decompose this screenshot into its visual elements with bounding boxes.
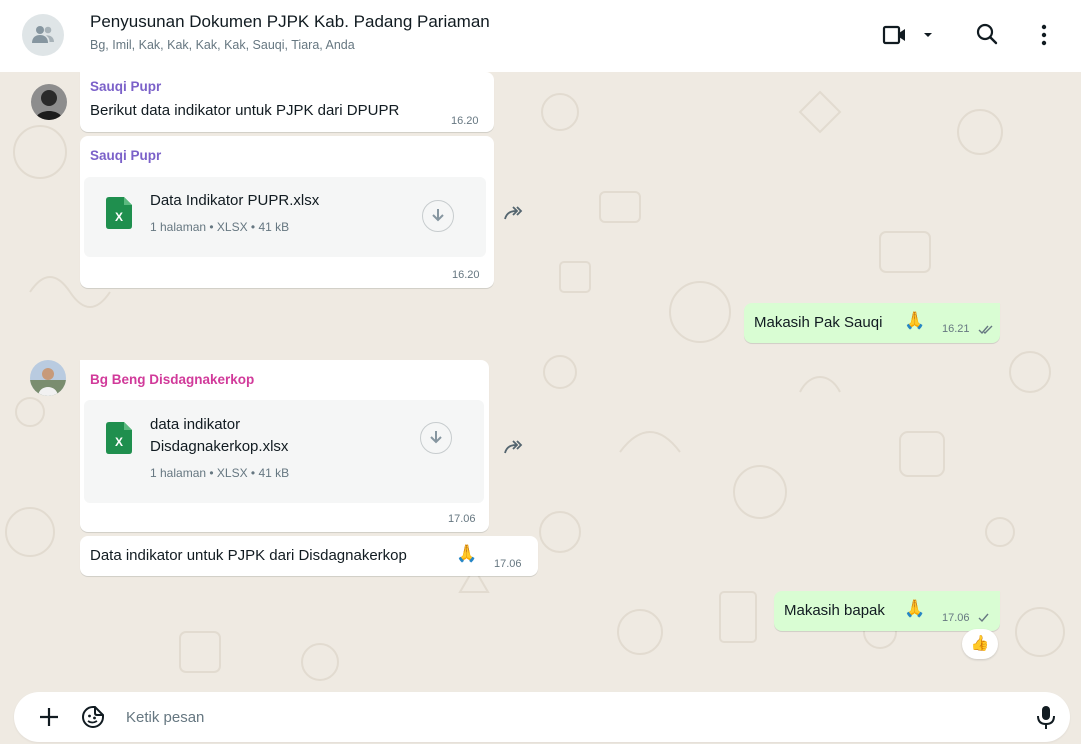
document-card[interactable]: X Data Indikator PUPR.xlsx 1 halaman • X… (84, 177, 486, 257)
message-time: 16.21 (942, 323, 970, 335)
mic-icon (1037, 706, 1055, 729)
voice-message-button[interactable] (1034, 704, 1058, 730)
pray-emoji: 🙏 (456, 544, 478, 563)
message-list[interactable]: Sauqi Pupr Berikut data indikator untuk … (0, 72, 1081, 688)
composer-bar (0, 688, 1081, 744)
svg-text:X: X (115, 210, 123, 224)
avatar-photo (31, 84, 67, 120)
double-check-icon (978, 325, 993, 335)
message-time: 16.20 (451, 115, 479, 127)
excel-file-icon: X (106, 422, 132, 454)
download-button[interactable] (420, 422, 452, 454)
svg-text:X: X (115, 435, 123, 449)
message-time: 17.06 (494, 558, 522, 570)
message-text: Berikut data indikator untuk PJPK dari D… (90, 102, 400, 119)
message-bubble-outgoing[interactable]: Makasih Pak Sauqi 🙏 16.21 (744, 303, 1000, 343)
group-avatar[interactable] (22, 14, 64, 56)
pray-emoji: 🙏 (904, 599, 926, 618)
message-sender[interactable]: Sauqi Pupr (90, 79, 161, 94)
download-icon (432, 209, 444, 222)
message-text: Makasih Pak Sauqi (754, 314, 883, 331)
chat-members[interactable]: Bg, Imil, Kak, Kak, Kak, Kak, Sauqi, Tia… (90, 38, 355, 52)
menu-icon (1041, 24, 1047, 46)
message-bubble-outgoing[interactable]: Makasih bapak 🙏 17.06 (774, 591, 1000, 631)
check-icon (978, 613, 989, 623)
menu-button[interactable] (1034, 20, 1054, 50)
download-icon (430, 431, 442, 444)
search-icon (976, 23, 998, 45)
message-bubble[interactable]: Bg Beng Disdagnakerkop X data indikator … (80, 360, 489, 532)
sticker-button[interactable] (80, 704, 106, 730)
chat-title[interactable]: Penyusunan Dokumen PJPK Kab. Padang Pari… (90, 12, 490, 32)
search-button[interactable] (972, 20, 1002, 50)
message-bubble[interactable]: Sauqi Pupr Berikut data indikator untuk … (80, 72, 494, 132)
excel-file-icon: X (106, 197, 132, 229)
avatar-photo (30, 360, 66, 396)
document-meta: 1 halaman • XLSX • 41 kB (150, 220, 290, 234)
composer (14, 692, 1070, 742)
document-meta: 1 halaman • XLSX • 41 kB (150, 466, 290, 480)
message-bubble[interactable]: Data indikator untuk PJPK dari Disdagnak… (80, 536, 538, 576)
video-call-button[interactable] (880, 20, 944, 50)
sender-avatar-bg-beng[interactable] (30, 360, 66, 396)
message-sender[interactable]: Bg Beng Disdagnakerkop (90, 372, 254, 387)
video-call-icon (882, 25, 905, 45)
message-input[interactable] (126, 702, 1006, 732)
forward-icon (504, 440, 523, 454)
message-time: 17.06 (448, 513, 476, 525)
message-text: Data indikator untuk PJPK dari Disdagnak… (90, 547, 407, 564)
forward-button[interactable] (497, 198, 527, 228)
sender-avatar-sauqi[interactable] (31, 84, 67, 120)
message-time: 17.06 (942, 612, 970, 624)
forward-icon (504, 206, 523, 220)
group-avatar-icon (32, 26, 54, 43)
pray-emoji: 🙏 (904, 311, 926, 330)
document-name-line2: Disdagnakerkop.xlsx (150, 438, 289, 455)
download-button[interactable] (422, 200, 454, 232)
message-sender[interactable]: Sauqi Pupr (90, 148, 161, 163)
message-bubble[interactable]: Sauqi Pupr X Data Indikator PUPR.xlsx 1 … (80, 136, 494, 288)
chat-header: Penyusunan Dokumen PJPK Kab. Padang Pari… (0, 0, 1081, 72)
document-name-line1: data indikator (150, 416, 241, 433)
document-card[interactable]: X data indikator Disdagnakerkop.xlsx 1 h… (84, 400, 484, 503)
message-time: 16.20 (452, 269, 480, 281)
document-name: Data Indikator PUPR.xlsx (150, 192, 320, 209)
plus-icon (40, 708, 58, 726)
message-text: Makasih bapak (784, 602, 885, 619)
forward-button[interactable] (497, 432, 527, 462)
attach-button[interactable] (36, 704, 62, 730)
chevron-down-icon (924, 33, 932, 37)
sticker-icon (82, 706, 104, 728)
message-reaction[interactable]: 👍 (962, 629, 998, 659)
